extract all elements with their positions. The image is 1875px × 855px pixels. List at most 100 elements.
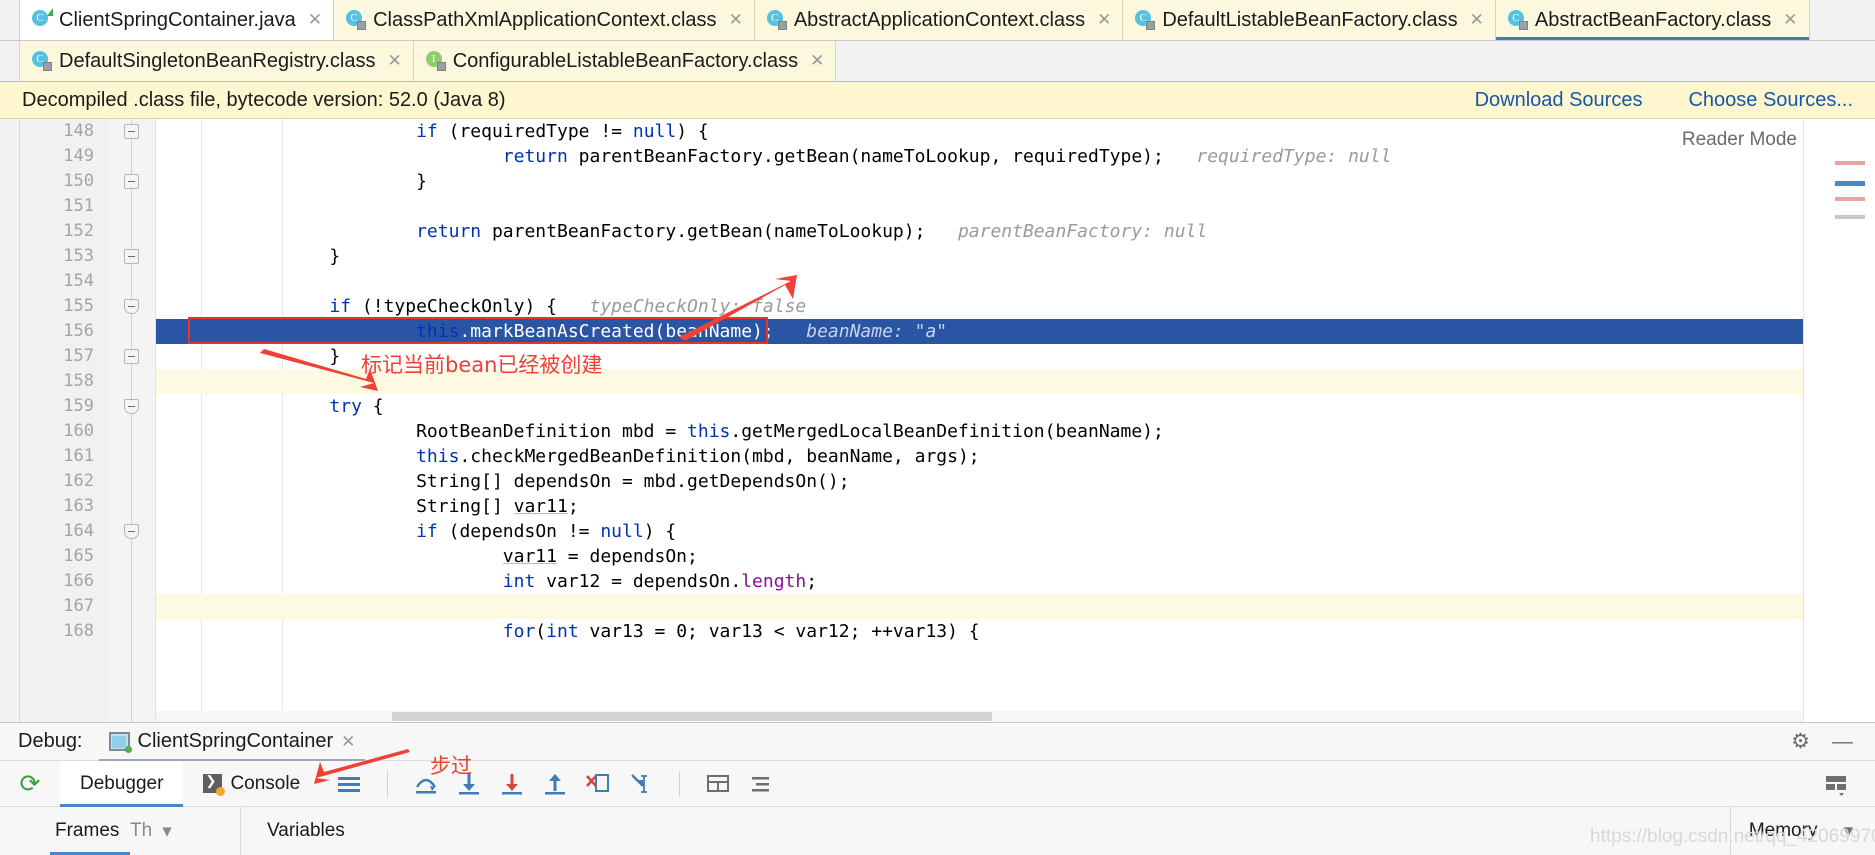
toolbar-separator-2 (679, 770, 681, 797)
debug-session-name: ClientSpringContainer (137, 730, 334, 752)
toolbar-separator-1 (387, 770, 389, 797)
editor-tab-0[interactable]: C ClientSpringContainer.java ✕ (20, 0, 335, 40)
editor-tab-2[interactable]: C AbstractApplicationContext.class ✕ (754, 0, 1124, 40)
minimize-icon[interactable]: — (1832, 730, 1853, 754)
tab-console[interactable]: Console (183, 761, 320, 807)
tab-frames[interactable]: Frames (0, 807, 130, 855)
editor-tab-bar-row-2: C DefaultSingletonBeanRegistry.class ✕ I Con… (0, 41, 1875, 82)
reader-mode-label[interactable]: Reader Mode (1682, 129, 1797, 151)
code-line-165[interactable]: var11 = dependsOn; (156, 544, 1803, 569)
debug-session-tab[interactable]: ClientSpringContainer ✕ (98, 723, 366, 761)
code-line-164[interactable]: if (dependsOn != null) { (156, 519, 1803, 544)
line-number: 161 (63, 446, 94, 466)
fold-marker-148[interactable] (124, 124, 139, 139)
tab-label: DefaultSingletonBeanRegistry.class (59, 49, 376, 72)
line-number: 164 (63, 521, 94, 541)
stripe-warning-1[interactable] (1835, 161, 1865, 165)
choose-sources-link[interactable]: Choose Sources... (1688, 89, 1853, 112)
scrollbar-thumb[interactable] (392, 712, 992, 721)
code-line-163[interactable]: String[] var11; (156, 494, 1803, 519)
code-line-155[interactable]: if (!typeCheckOnly) { typeCheckOnly: fal… (156, 294, 1803, 319)
code-line-162[interactable]: String[] dependsOn = mbd.getDependsOn(); (156, 469, 1803, 494)
run-to-cursor-icon[interactable] (628, 771, 654, 797)
code-line-152[interactable]: return parentBeanFactory.getBean(nameToL… (156, 219, 1803, 244)
code-line-151[interactable] (156, 194, 1803, 219)
inline-debug-hint: parentBeanFactory: null (957, 221, 1208, 242)
rerun-icon[interactable]: ⟳ (0, 769, 60, 799)
editor-horizontal-scrollbar[interactable] (156, 711, 1803, 722)
line-number: 167 (63, 596, 94, 616)
editor-left-strip (0, 119, 20, 722)
stripe-warning-2[interactable] (1835, 197, 1865, 201)
code-line-153[interactable]: } (156, 244, 1803, 269)
tab-close-icon[interactable]: ✕ (308, 10, 322, 30)
fold-marker-153[interactable] (124, 249, 139, 264)
step-button-group (320, 770, 774, 797)
gear-icon[interactable]: ⚙ (1791, 729, 1810, 754)
line-number: 162 (63, 471, 94, 491)
editor-tab-1[interactable]: C ClassPathXmlApplicationContext.class ✕ (334, 0, 755, 40)
show-execution-point-icon[interactable] (748, 771, 774, 797)
close-session-icon[interactable]: ✕ (341, 732, 355, 752)
error-stripe-column[interactable] (1803, 119, 1875, 722)
code-line-149[interactable]: return parentBeanFactory.getBean(nameToL… (156, 144, 1803, 169)
fold-marker-150[interactable] (124, 174, 139, 189)
editor-tab-row2-0[interactable]: C DefaultSingletonBeanRegistry.class ✕ (20, 41, 414, 81)
tab-close-icon[interactable]: ✕ (1097, 10, 1111, 30)
tab-label: AbstractApplicationContext.class (793, 8, 1086, 31)
thread-selector[interactable]: Th ▾ (130, 807, 240, 855)
line-number: 154 (63, 271, 94, 291)
debug-label: Debug: (18, 730, 83, 752)
editor-tab-row2-1[interactable]: I ConfigurableListableBeanFactory.class ✕ (413, 41, 837, 81)
evaluate-expression-icon[interactable] (705, 771, 731, 797)
mute-breakpoints-icon[interactable] (336, 771, 362, 797)
code-line-160[interactable]: RootBeanDefinition mbd = this.getMergedL… (156, 419, 1803, 444)
step-out-icon[interactable] (542, 771, 568, 797)
tab-label: DefaultListableBeanFactory.class (1162, 8, 1458, 31)
code-line-168[interactable]: for(int var13 = 0; var13 < var12; ++var1… (156, 619, 1803, 644)
tab-close-icon[interactable]: ✕ (387, 51, 401, 71)
code-line-150[interactable]: } (156, 169, 1803, 194)
inline-debug-hint: beanName: "a" (806, 321, 948, 342)
code-line-154[interactable] (156, 269, 1803, 294)
tab-close-icon[interactable]: ✕ (729, 10, 743, 30)
line-number: 155 (63, 296, 94, 316)
tab-variables[interactable]: Variables (241, 807, 345, 855)
force-step-into-icon[interactable] (499, 771, 525, 797)
tab-label: ConfigurableListableBeanFactory.class (452, 49, 799, 72)
editor-tab-3[interactable]: C DefaultListableBeanFactory.class ✕ (1123, 0, 1496, 40)
folding-guide-line (131, 119, 132, 722)
fold-marker-164[interactable] (124, 524, 139, 539)
drop-frame-icon[interactable] (585, 771, 611, 797)
editor-tab-4[interactable]: C AbstractBeanFactory.class ✕ (1495, 0, 1810, 40)
layout-settings-icon[interactable] (1823, 771, 1849, 797)
download-sources-link[interactable]: Download Sources (1475, 89, 1643, 112)
banner-text: Decompiled .class file, bytecode version… (22, 88, 506, 111)
line-number: 152 (63, 221, 94, 241)
tab-close-icon[interactable]: ✕ (1783, 10, 1797, 30)
code-text-area[interactable]: if (requiredType != null) { return paren… (156, 119, 1803, 722)
code-line-159[interactable]: try { (156, 394, 1803, 419)
code-line-161[interactable]: this.checkMergedBeanDefinition(mbd, bean… (156, 444, 1803, 469)
fold-marker-159[interactable] (124, 399, 139, 414)
stripe-caret[interactable] (1835, 181, 1865, 186)
code-line-156[interactable]: this.markBeanAsCreated(beanName); beanNa… (156, 319, 1803, 344)
chevron-down-icon[interactable]: ▾ (162, 820, 172, 843)
decompiled-notification-banner: Decompiled .class file, bytecode version… (0, 82, 1875, 119)
code-folding-gutter[interactable] (108, 119, 156, 722)
tab-debugger[interactable]: Debugger (60, 760, 184, 807)
fold-marker-155[interactable] (124, 299, 139, 314)
tab-close-icon[interactable]: ✕ (1470, 10, 1484, 30)
tab-bar-empty-space (1809, 0, 1875, 40)
tab-console-label: Console (230, 772, 301, 794)
class-file-icon: C (346, 10, 367, 30)
debug-title-bar: Debug: ClientSpringContainer ✕ ⚙ — (0, 723, 1875, 761)
code-line-148[interactable]: if (requiredType != null) { (156, 119, 1803, 144)
code-line-166[interactable]: int var12 = dependsOn.length; (156, 569, 1803, 594)
java-class-run-icon: C (32, 8, 53, 30)
tab-close-icon[interactable]: ✕ (810, 51, 824, 71)
fold-marker-157[interactable] (124, 349, 139, 364)
code-line-167[interactable] (156, 594, 1803, 619)
class-file-icon: C (1507, 10, 1528, 30)
stripe-neutral[interactable] (1835, 215, 1865, 219)
